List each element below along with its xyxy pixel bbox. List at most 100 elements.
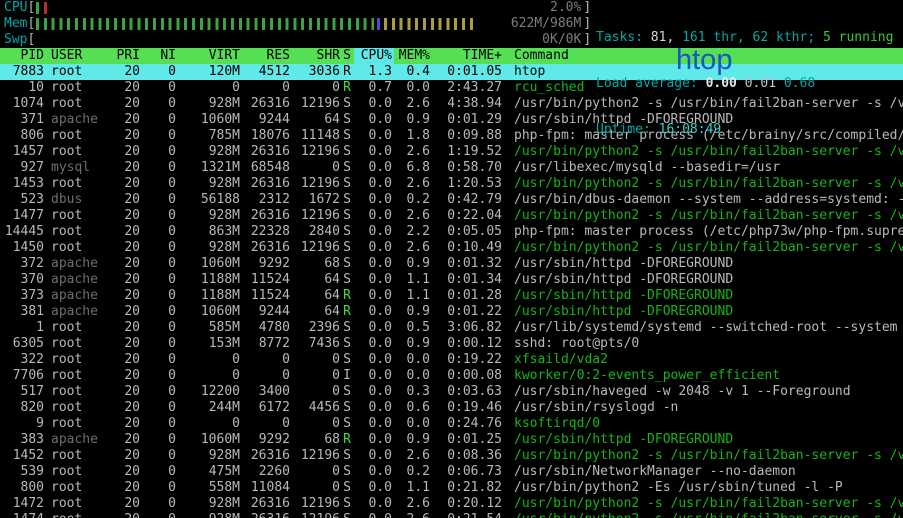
cpu-cell: 0.0 xyxy=(354,368,394,384)
cpu-cell: 0.0 xyxy=(354,96,394,112)
process-row-1474[interactable]: 1474root200928M2631612196S0.02.60:21.54/… xyxy=(0,512,903,518)
column-header-virt[interactable]: VIRT xyxy=(176,48,240,64)
mem-cell: 0.2 xyxy=(394,464,432,480)
process-row-383[interactable]: 383apache2001060M929268R0.00.90:01.25/us… xyxy=(0,432,903,448)
process-row-539[interactable]: 539root200475M22600S0.00.20:06.73/usr/sb… xyxy=(0,464,903,480)
cmd-cell: /usr/sbin/httpd -DFOREGROUND xyxy=(506,432,903,448)
user-cell: mysql xyxy=(44,160,110,176)
virt-cell: 928M xyxy=(176,144,240,160)
res-cell: 26316 xyxy=(240,208,290,224)
column-header-state[interactable]: S xyxy=(340,48,354,64)
process-row-1[interactable]: 1root200585M47802396S0.00.53:06.82/usr/l… xyxy=(0,320,903,336)
cpu-cell: 0.0 xyxy=(354,224,394,240)
process-row-800[interactable]: 800root200558M110840S0.01.10:21.82/usr/b… xyxy=(0,480,903,496)
cpu-cell: 0.0 xyxy=(354,464,394,480)
process-row-9[interactable]: 9root200000S0.00.00:24.76ksoftirqd/0 xyxy=(0,416,903,432)
load-1min: 0.00 xyxy=(706,76,745,91)
process-row-6305[interactable]: 6305root200153M87727436S0.00.90:00.12ssh… xyxy=(0,336,903,352)
column-header-shr[interactable]: SHR xyxy=(290,48,340,64)
pid-cell: 373 xyxy=(0,288,44,304)
mem-cell: 0.0 xyxy=(394,416,432,432)
cpu-bar-green-tick xyxy=(36,2,39,14)
pri-cell: 20 xyxy=(110,272,140,288)
process-row-372[interactable]: 372apache2001060M929268S0.00.90:01.32/us… xyxy=(0,256,903,272)
shr-cell: 0 xyxy=(290,368,340,384)
process-row-523[interactable]: 523dbus2005618823121672S0.00.20:42.79/us… xyxy=(0,192,903,208)
shr-cell: 12196 xyxy=(290,176,340,192)
tasks-summary: Tasks: 81, 161 thr, 62 kthr; 5 running xyxy=(596,30,893,46)
process-row-517[interactable]: 517root2001220034000S0.00.30:03.63/usr/s… xyxy=(0,384,903,400)
pri-cell: 20 xyxy=(110,320,140,336)
s-cell: R xyxy=(340,80,354,96)
column-header-pid[interactable]: PID xyxy=(0,48,44,64)
res-cell: 0 xyxy=(240,80,290,96)
virt-cell: 928M xyxy=(176,448,240,464)
user-cell: root xyxy=(44,320,110,336)
tasks-label: Tasks: xyxy=(596,30,651,45)
cpu-cell: 0.0 xyxy=(354,112,394,128)
pri-cell: 20 xyxy=(110,288,140,304)
column-header-time[interactable]: TIME+ xyxy=(432,48,506,64)
pid-cell: 927 xyxy=(0,160,44,176)
process-row-7706[interactable]: 7706root200000I0.00.00:00.08kworker/0:2-… xyxy=(0,368,903,384)
pid-cell: 6305 xyxy=(0,336,44,352)
process-row-370[interactable]: 370apache2001188M1152464S0.01.10:01.34/u… xyxy=(0,272,903,288)
res-cell: 22328 xyxy=(240,224,290,240)
process-row-1477[interactable]: 1477root200928M2631612196S0.02.60:22.04/… xyxy=(0,208,903,224)
cpu-cell: 0.7 xyxy=(354,80,394,96)
column-header-pri[interactable]: PRI xyxy=(110,48,140,64)
column-header-cpu[interactable]: CPU% xyxy=(354,48,394,64)
time-cell: 0:06.73 xyxy=(432,464,506,480)
column-header-ni[interactable]: NI xyxy=(140,48,176,64)
virt-cell: 475M xyxy=(176,464,240,480)
process-row-381[interactable]: 381apache2001060M924464R0.00.90:01.22/us… xyxy=(0,304,903,320)
res-cell: 26316 xyxy=(240,512,290,518)
res-cell: 0 xyxy=(240,368,290,384)
ni-cell: 0 xyxy=(140,464,176,480)
process-row-1453[interactable]: 1453root200928M2631612196S0.02.61:20.53/… xyxy=(0,176,903,192)
column-header-res[interactable]: RES xyxy=(240,48,290,64)
column-header-user[interactable]: USER xyxy=(44,48,110,64)
process-row-1452[interactable]: 1452root200928M2631612196S0.02.60:08.36/… xyxy=(0,448,903,464)
process-row-14445[interactable]: 14445root200863M223282840S0.02.20:05.05p… xyxy=(0,224,903,240)
cmd-cell: xfsaild/vda2 xyxy=(506,352,903,368)
mem-cell: 2.6 xyxy=(394,144,432,160)
process-row-322[interactable]: 322root200000S0.00.00:19.22xfsaild/vda2 xyxy=(0,352,903,368)
virt-cell: 0 xyxy=(176,80,240,96)
res-cell: 26316 xyxy=(240,144,290,160)
pid-cell: 806 xyxy=(0,128,44,144)
shr-cell: 64 xyxy=(290,112,340,128)
s-cell: S xyxy=(340,128,354,144)
pid-cell: 322 xyxy=(0,352,44,368)
mem-cell: 0.0 xyxy=(394,352,432,368)
mem-meter-bar: 622M/986M xyxy=(35,16,583,32)
pid-cell: 800 xyxy=(0,480,44,496)
process-row-820[interactable]: 820root200244M61724456S0.00.60:19.46/usr… xyxy=(0,400,903,416)
process-row-373[interactable]: 373apache2001188M1152464R0.01.10:01.28/u… xyxy=(0,288,903,304)
process-row-1450[interactable]: 1450root200928M2631612196S0.02.60:10.49/… xyxy=(0,240,903,256)
shr-cell: 3036 xyxy=(290,64,340,80)
mem-cell: 1.1 xyxy=(394,272,432,288)
res-cell: 4512 xyxy=(240,64,290,80)
ni-cell: 0 xyxy=(140,368,176,384)
cpu-meter-label: CPU xyxy=(0,0,27,16)
pri-cell: 20 xyxy=(110,176,140,192)
cpu-cell: 0.0 xyxy=(354,288,394,304)
shr-cell: 0 xyxy=(290,384,340,400)
res-cell: 9292 xyxy=(240,256,290,272)
pri-cell: 20 xyxy=(110,368,140,384)
column-header-mem[interactable]: MEM% xyxy=(394,48,432,64)
s-cell: S xyxy=(340,256,354,272)
user-cell: root xyxy=(44,96,110,112)
virt-cell: 0 xyxy=(176,352,240,368)
shr-cell: 12196 xyxy=(290,144,340,160)
cpu-cell: 0.0 xyxy=(354,208,394,224)
user-cell: root xyxy=(44,336,110,352)
cpu-cell: 0.0 xyxy=(354,416,394,432)
process-row-1472[interactable]: 1472root200928M2631612196S0.02.60:20.12/… xyxy=(0,496,903,512)
user-cell: root xyxy=(44,400,110,416)
pid-cell: 1453 xyxy=(0,176,44,192)
ni-cell: 0 xyxy=(140,64,176,80)
mem-cell: 2.6 xyxy=(394,96,432,112)
mem-meter-close-bracket: ] xyxy=(583,16,591,32)
